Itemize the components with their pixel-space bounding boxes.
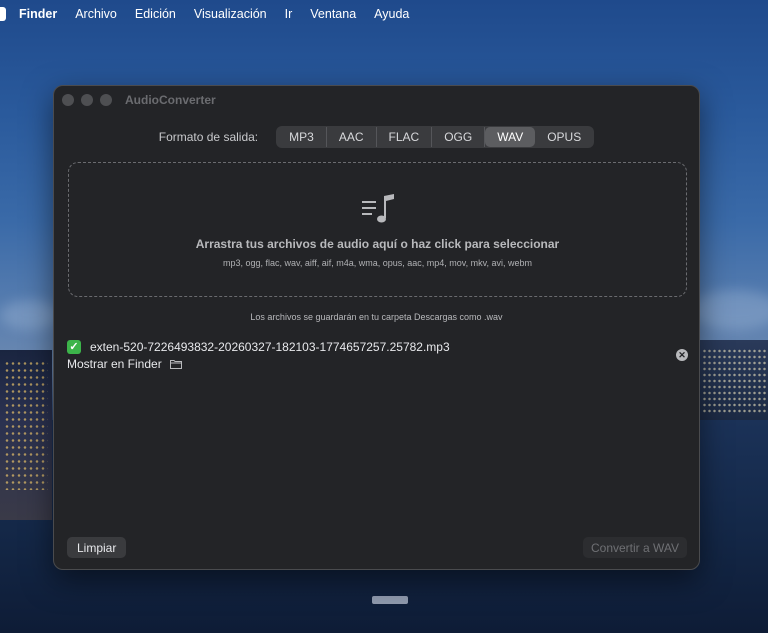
wallpaper-city-right [700,340,768,420]
wallpaper-city-left [0,350,52,520]
dropzone-instructions: Arrastra tus archivos de audio aquí o ha… [195,237,560,251]
clear-button[interactable]: Limpiar [67,537,127,558]
show-in-finder-label[interactable]: Mostrar en Finder [67,357,162,371]
format-segmented-control: MP3 AAC FLAC OGG WAV OPUS [276,126,595,148]
zoom-window-button[interactable] [100,94,112,106]
menu-visualizacion[interactable]: Visualización [194,7,267,21]
menu-finder[interactable]: Finder [19,7,57,21]
title-bar[interactable]: AudioConverter [54,86,699,114]
window-title: AudioConverter [125,93,216,107]
format-option-flac[interactable]: FLAC [377,127,433,147]
menu-ayuda[interactable]: Ayuda [374,7,409,21]
dropzone-supported-formats: mp3, ogg, flac, wav, aiff, aif, m4a, wma… [223,258,532,268]
convert-button[interactable]: Convertir a WAV [583,537,687,558]
close-window-button[interactable] [62,94,74,106]
menu-bar: Finder Archivo Edición Visualización Ir … [0,0,768,28]
wallpaper-cloud [690,290,768,330]
format-option-wav[interactable]: WAV [485,127,536,147]
folder-icon[interactable] [169,359,182,369]
format-option-mp3[interactable]: MP3 [277,127,327,147]
checkmark-icon: ✓ [67,340,81,354]
apple-icon[interactable] [0,7,6,21]
file-name: exten-520-7226493832-20260327-182103-177… [90,340,450,354]
music-list-icon [362,194,394,223]
format-label: Formato de salida: [158,130,259,144]
format-option-aac[interactable]: AAC [327,127,377,147]
file-dropzone[interactable]: Arrastra tus archivos de audio aquí o ha… [68,162,687,297]
save-location-note: Los archivos se guardarán en tu carpeta … [250,312,503,322]
wallpaper-cloud [0,300,60,330]
menu-ventana[interactable]: Ventana [310,7,356,21]
menu-ir[interactable]: Ir [285,7,293,21]
minimize-window-button[interactable] [81,94,93,106]
format-option-ogg[interactable]: OGG [432,127,486,147]
format-row: Formato de salida: MP3 AAC FLAC OGG WAV … [54,126,699,148]
menu-edicion[interactable]: Edición [135,7,176,21]
wallpaper-boat [372,596,408,604]
format-option-opus[interactable]: OPUS [535,127,593,147]
remove-file-icon[interactable]: ✕ [676,349,688,361]
show-in-finder-link[interactable]: Mostrar en Finder [67,357,182,371]
menu-archivo[interactable]: Archivo [75,7,117,21]
app-window: AudioConverter Formato de salida: MP3 AA… [53,85,700,570]
